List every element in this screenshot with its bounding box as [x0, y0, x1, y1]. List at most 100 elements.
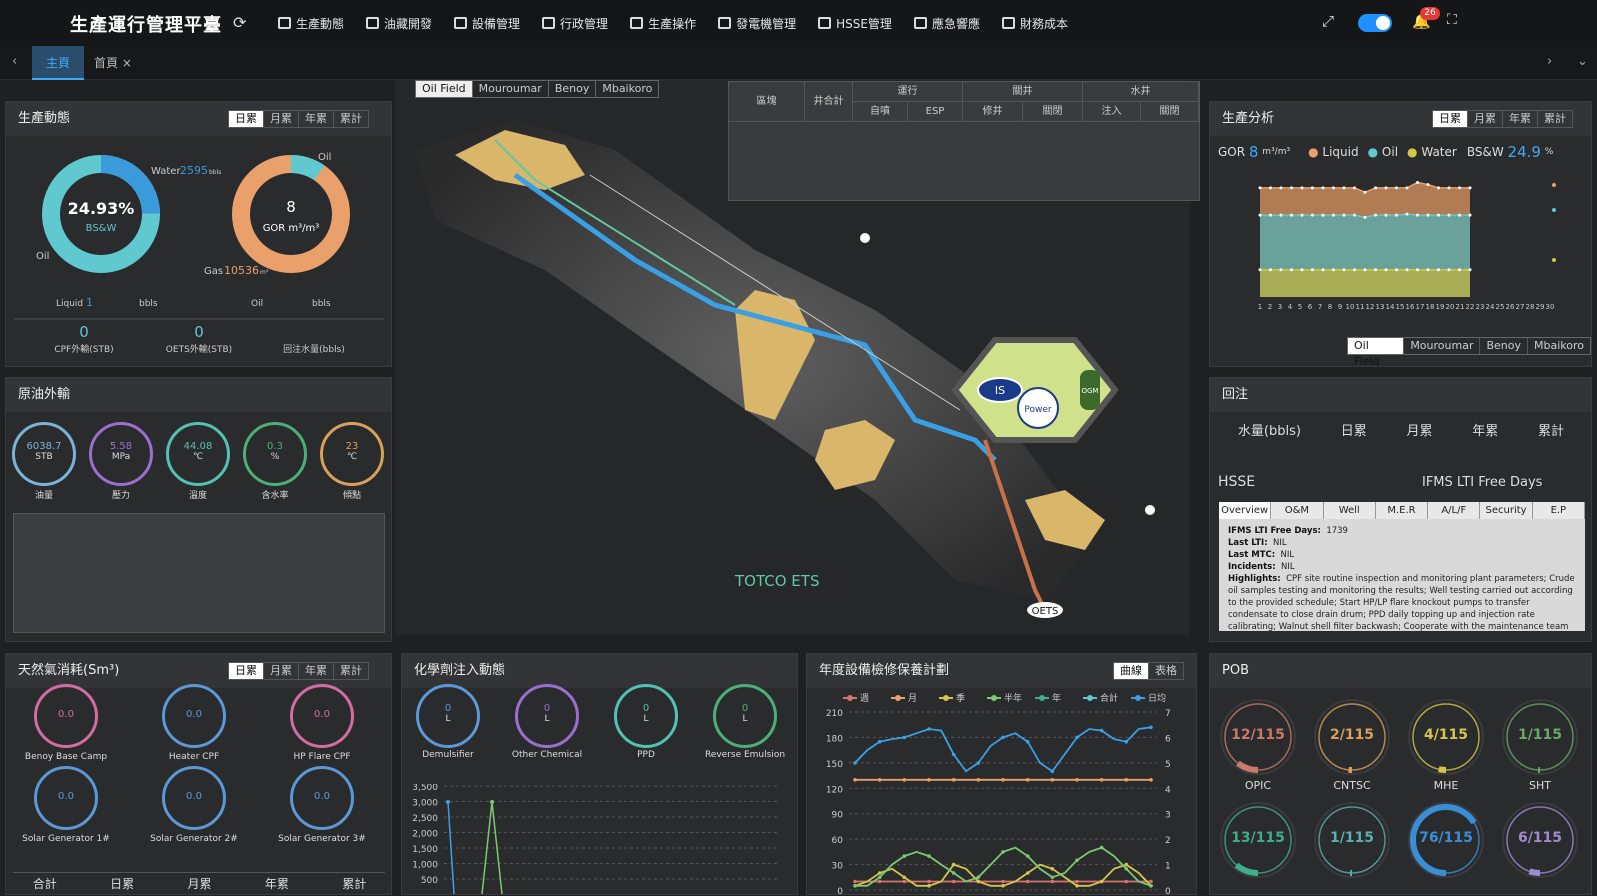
col-total: 累計 [1538, 424, 1565, 439]
field-tab-mouroumar[interactable]: Mouroumar [1404, 338, 1481, 354]
panel-header: 原油外輸 [6, 378, 391, 412]
map-tab-oil-field[interactable]: Oil Field [416, 81, 473, 97]
water-legend-icon: ● [1407, 145, 1418, 159]
gauge-label: 含水率 [261, 491, 289, 501]
maint-ytick-right: 3 [1165, 811, 1171, 821]
field-tab-mbaikoro[interactable]: Mbaikoro [1528, 338, 1590, 354]
period-year[interactable]: 年累 [299, 111, 334, 127]
maint-ytick-left: 90 [832, 811, 844, 821]
period-year[interactable]: 年累 [299, 663, 334, 679]
col-total: 井合計 [805, 82, 853, 122]
production-donuts: 24.93% BS&W Water 2595 bbls Oil 8 GOR m³… [14, 152, 384, 355]
period-month[interactable]: 月累 [1468, 111, 1503, 127]
chem-series-line [447, 801, 455, 894]
maint-legend[interactable]: 年 [1052, 692, 1061, 704]
tab-main[interactable]: 主頁 [32, 46, 85, 80]
maint-point [951, 871, 956, 875]
pob-value: 6/115 [1517, 830, 1563, 846]
period-month[interactable]: 月累 [264, 663, 299, 679]
gas-footer-col: 累計 [342, 877, 367, 891]
period-total[interactable]: 累計 [334, 663, 368, 679]
gas-label: Gas [204, 266, 223, 277]
view-table[interactable]: 表格 [1149, 663, 1183, 679]
view-curve[interactable]: 曲線 [1114, 663, 1149, 679]
gas-footer-col: 合計 [32, 877, 57, 891]
gauge-value: 0 [741, 703, 749, 714]
maint-legend[interactable]: 半年 [1004, 692, 1022, 704]
chem-point [490, 800, 494, 804]
chem-ytick: 500 [421, 876, 438, 886]
fullscreen-icon[interactable]: ⤢ [1322, 12, 1334, 30]
analysis-point [1332, 186, 1335, 190]
close-icon[interactable]: × [122, 56, 132, 70]
period-total[interactable]: 累計 [334, 111, 368, 127]
period-year[interactable]: 年累 [1503, 111, 1538, 127]
gauge-value: 44.08 [183, 441, 213, 452]
tab-home[interactable]: 首頁 × [80, 46, 146, 80]
col-day: 日累 [1340, 424, 1367, 439]
map-tab-mbaikoro[interactable]: Mbaikoro [596, 81, 658, 97]
analysis-point [1269, 213, 1272, 217]
menu-finance[interactable]: 財務成本 [1001, 0, 1068, 46]
legend-dot [991, 695, 997, 701]
legend-water[interactable]: Water [1421, 145, 1456, 159]
maint-legend[interactable]: 日均 [1148, 692, 1166, 704]
analysis-xtick: 29 [1536, 303, 1545, 311]
menu-admin[interactable]: 行政管理 [542, 0, 608, 46]
menu-generator[interactable]: 發電機管理 [718, 0, 796, 46]
hsse-tab-ep[interactable]: E.P [1533, 502, 1585, 519]
hsse-tab-alf[interactable]: A/L/F [1428, 502, 1481, 519]
translate-icon[interactable]: ⛶ [1447, 12, 1457, 28]
period-day[interactable]: 日累 [1433, 111, 1468, 127]
menu-emergency[interactable]: 應急響應 [913, 0, 980, 46]
hsse-tab-overview[interactable]: Overview [1219, 502, 1272, 519]
period-month[interactable]: 月累 [264, 111, 299, 127]
maint-legend[interactable]: 週 [860, 693, 869, 704]
hsse-tab-security[interactable]: Security [1480, 502, 1533, 519]
map-tab-mouroumar[interactable]: Mouroumar [473, 81, 549, 97]
period-day[interactable]: 日累 [229, 111, 264, 127]
gor-label: GOR [1218, 145, 1246, 159]
chemical-panel: 化學劑注入動態 0 L Demulsifier 0 L Other Chemical 0 L P… [401, 653, 798, 895]
field-tab-oil[interactable]: Oil Field [1348, 338, 1405, 368]
chevron-down-icon[interactable]: ⌄ [1577, 54, 1588, 69]
maint-legend[interactable]: 月 [908, 693, 917, 704]
maint-legend[interactable]: 季 [956, 692, 965, 704]
tab-next-icon[interactable]: › [1547, 54, 1552, 69]
gauge-unit: L [742, 714, 748, 724]
gauge-unit: L [544, 714, 550, 724]
analysis-summary: GOR 8 m³/m³ ● Liquid ● Oil ● Water BS&W … [1218, 142, 1588, 162]
well-marker[interactable] [1145, 505, 1155, 515]
gauge-value: 0.0 [314, 791, 330, 802]
maint-point [1025, 854, 1030, 858]
menu-production[interactable]: 生產動態 [278, 0, 344, 46]
legend-oil[interactable]: Oil [1382, 145, 1398, 159]
tab-prev-icon[interactable]: ‹ [12, 54, 17, 69]
well-marker[interactable] [860, 233, 870, 243]
gauge-label: 壓力 [111, 491, 130, 501]
analysis-point [1311, 186, 1314, 190]
hsse-tab-om[interactable]: O&M [1271, 502, 1324, 519]
menu-reservoir[interactable]: 油藏開發 [366, 0, 432, 46]
map-tab-benoy[interactable]: Benoy [549, 81, 597, 97]
analysis-point [1405, 186, 1409, 190]
refresh-icon[interactable]: ⟳ [233, 13, 246, 32]
menu-equipment[interactable]: 設備管理 [454, 0, 520, 46]
legend-liquid[interactable]: Liquid [1322, 145, 1358, 159]
notification-badge: 26 [1420, 7, 1440, 20]
field-tab-benoy[interactable]: Benoy [1480, 338, 1528, 354]
period-total[interactable]: 累計 [1538, 111, 1572, 127]
hsse-tab-well[interactable]: Well [1324, 502, 1376, 519]
theme-toggle[interactable] [1358, 14, 1392, 32]
menu-operation[interactable]: 生產操作 [630, 0, 696, 46]
analysis-point [1384, 268, 1388, 272]
oil-bottom-unit: bbls [312, 299, 331, 309]
panel-title: 生產分析 [1222, 111, 1275, 126]
maint-point [951, 752, 956, 757]
pob-gauge: 76/115 [1408, 802, 1484, 878]
maint-legend[interactable]: 合計 [1100, 692, 1118, 704]
period-day[interactable]: 日累 [229, 663, 264, 679]
menu-hsse[interactable]: HSSE管理 [818, 0, 892, 46]
pob-gauge: 6/115 [1502, 802, 1578, 878]
hsse-tab-mer[interactable]: M.E.R [1376, 502, 1429, 519]
